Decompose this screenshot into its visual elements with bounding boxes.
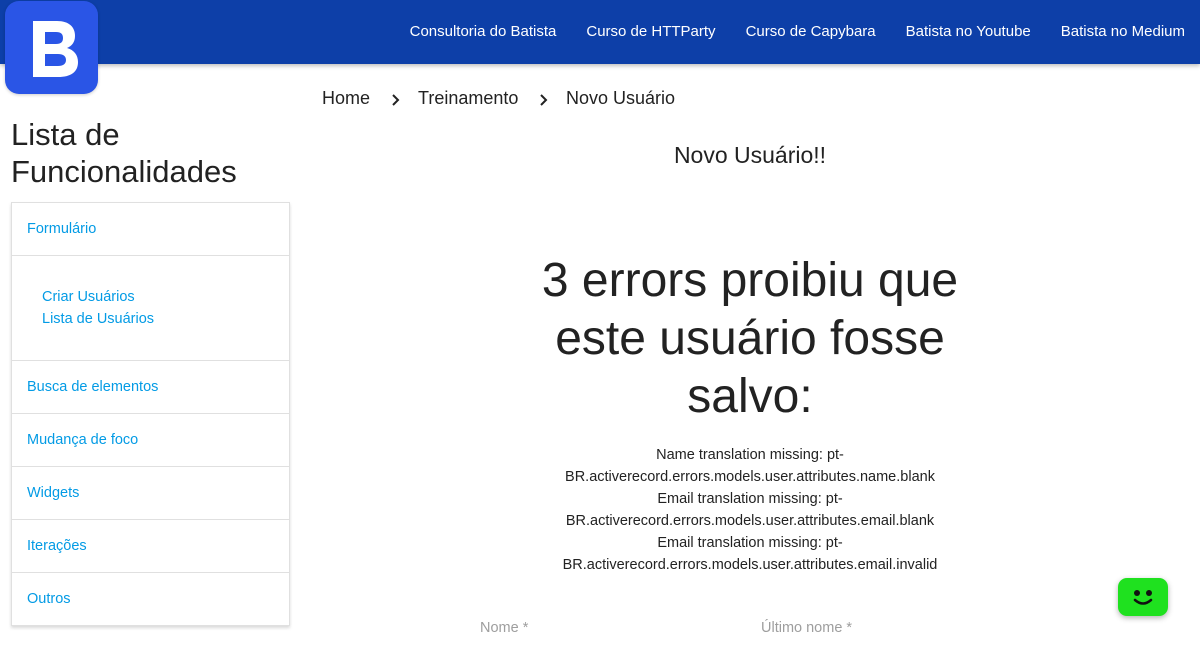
- sidebar-item-formulario[interactable]: Formulário: [12, 203, 289, 256]
- chevron-right-icon: [392, 94, 400, 106]
- logo-b-icon: [33, 21, 78, 77]
- sidebar-submenu-formulario: Criar Usuários Lista de Usuários: [12, 256, 289, 361]
- nav-medium-link[interactable]: Batista no Medium: [1046, 0, 1200, 64]
- sidebar-title-line1: Lista de: [11, 117, 120, 152]
- nav-consultoria-link[interactable]: Consultoria do Batista: [395, 0, 572, 64]
- sidebar-menu: Formulário Criar Usuários Lista de Usuár…: [11, 202, 290, 626]
- error-heading-line3: salvo:: [687, 370, 813, 423]
- chevron-right-icon: [540, 94, 548, 106]
- sidebar-item-lista-usuarios[interactable]: Lista de Usuários: [42, 311, 154, 327]
- sidebar-item-criar-usuarios[interactable]: Criar Usuários: [42, 289, 135, 305]
- sidebar-title-line2: Funcionalidades: [11, 154, 237, 189]
- error-message: Name translation missing: pt-: [656, 447, 844, 463]
- page-title: Novo Usuário!!: [673, 142, 827, 168]
- nav-httparty-link[interactable]: Curso de HTTParty: [571, 0, 730, 64]
- ultimo-nome-field-label[interactable]: Último nome *: [761, 620, 852, 636]
- sidebar-item-mudanca-foco[interactable]: Mudança de foco: [12, 414, 289, 467]
- nome-field-label[interactable]: Nome *: [480, 620, 528, 636]
- nav-capybara-link[interactable]: Curso de Capybara: [731, 0, 891, 64]
- breadcrumb-home[interactable]: Home: [322, 88, 370, 109]
- sidebar-item-widgets[interactable]: Widgets: [12, 467, 289, 520]
- sidebar-item-outros[interactable]: Outros: [12, 573, 289, 625]
- nav-youtube-link[interactable]: Batista no Youtube: [891, 0, 1046, 64]
- sidebar-title: Lista de Funcionalidades: [11, 116, 291, 190]
- brand-logo[interactable]: [5, 1, 98, 94]
- chat-face-icon: [1133, 590, 1153, 605]
- error-heading-line2: este usuário fosse: [555, 312, 945, 365]
- error-heading: 3 errors proibiu que este usuário fosse …: [450, 252, 1050, 426]
- sidebar-item-busca-elementos[interactable]: Busca de elementos: [12, 361, 289, 414]
- breadcrumb-novo-usuario[interactable]: Novo Usuário: [566, 88, 675, 109]
- top-nav-links: Consultoria do Batista Curso de HTTParty…: [395, 0, 1200, 64]
- error-heading-line1: 3 errors proibiu que: [541, 254, 959, 307]
- error-list: Name translation missing: pt- BR.activer…: [450, 444, 1050, 576]
- sidebar-item-iteracoes[interactable]: Iterações: [12, 520, 289, 573]
- error-message: BR.activerecord.errors.models.user.attri…: [565, 513, 935, 529]
- error-message: BR.activerecord.errors.models.user.attri…: [565, 469, 935, 485]
- chat-widget-button[interactable]: [1118, 578, 1168, 616]
- error-message: Email translation missing: pt-: [657, 491, 843, 507]
- breadcrumb-treinamento[interactable]: Treinamento: [418, 88, 518, 109]
- error-message: Email translation missing: pt-: [657, 535, 843, 551]
- top-navbar: Consultoria do Batista Curso de HTTParty…: [0, 0, 1200, 64]
- error-message: BR.activerecord.errors.models.user.attri…: [562, 557, 938, 573]
